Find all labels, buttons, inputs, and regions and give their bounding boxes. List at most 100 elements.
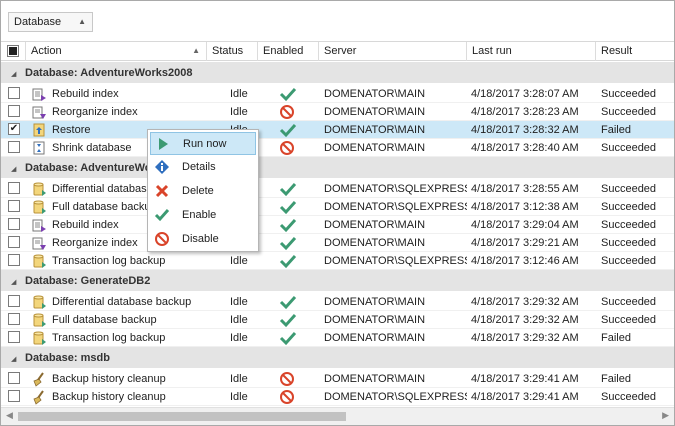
enabled-check-icon <box>279 180 303 198</box>
table-row[interactable]: Backup history cleanup Idle DOMENATOR\SQLE… <box>1 388 674 406</box>
result-cell: Succeeded <box>601 201 657 213</box>
group-header-row[interactable]: ◢ Database: AdventureWorks <box>1 157 674 179</box>
column-header-last-run[interactable]: Last run <box>467 42 596 61</box>
database-backup-icon <box>31 329 49 347</box>
table-row[interactable]: Full database backupIdleDOMENATOR\SQLEXP… <box>1 198 674 216</box>
row-checkbox-cell[interactable] <box>8 311 22 329</box>
row-checkbox-cell[interactable] <box>8 252 22 270</box>
menu-item-disable[interactable]: Disable <box>150 228 256 251</box>
delete-icon <box>154 183 170 199</box>
row-checkbox-cell[interactable] <box>8 216 22 234</box>
row-checkbox[interactable] <box>8 141 20 153</box>
table-row[interactable]: Rebuild indexIdleDOMENATOR\MAIN4/18/2017… <box>1 216 674 234</box>
disabled-icon <box>279 103 303 121</box>
menu-item-enable[interactable]: Enable <box>150 204 256 227</box>
table-row[interactable]: Backup history cleanup Idle DOMENATOR\MAIN… <box>1 370 674 388</box>
result-cell: Succeeded <box>601 88 657 100</box>
column-header-action[interactable]: Action ▲ <box>26 42 207 61</box>
column-header-status[interactable]: Status <box>207 42 258 61</box>
row-checkbox[interactable] <box>8 200 20 212</box>
enable-icon <box>154 207 170 223</box>
table-row[interactable]: Reorganize indexIdleDOMENATOR\MAIN4/18/2… <box>1 234 674 252</box>
row-checkbox[interactable] <box>8 218 20 230</box>
last-run-cell: 4/18/2017 3:29:21 AM <box>471 237 579 249</box>
table-row[interactable]: Shrink databaseIdleDOMENATOR\MAIN4/18/20… <box>1 139 674 157</box>
collapse-group-icon[interactable]: ◢ <box>11 278 16 286</box>
database-backup-icon <box>31 293 49 311</box>
row-checkbox-cell[interactable] <box>8 293 22 311</box>
server-cell: DOMENATOR\SQLEXPRESS <box>324 391 467 403</box>
action-cell: Reorganize index <box>52 106 138 118</box>
row-checkbox[interactable] <box>8 254 20 266</box>
group-header-row[interactable]: ◢ Database: AdventureWorks2008 <box>1 62 674 84</box>
row-checkbox-cell[interactable] <box>8 329 22 347</box>
table-row[interactable]: Full database backup Idle DOMENATOR\MAIN 4/… <box>1 311 674 329</box>
select-all-checkbox[interactable] <box>7 45 19 57</box>
row-checkbox[interactable] <box>8 331 20 343</box>
row-checkbox-cell[interactable] <box>8 139 22 157</box>
column-header-server[interactable]: Server <box>319 42 467 61</box>
collapse-group-icon[interactable]: ◢ <box>11 70 16 78</box>
row-checkbox[interactable] <box>8 182 20 194</box>
reorganize-index-icon <box>31 234 49 252</box>
table-row[interactable]: Differential database backupIdleDOMENATO… <box>1 180 674 198</box>
sort-ascending-icon[interactable]: ▲ <box>78 17 86 26</box>
row-checkbox[interactable] <box>8 105 20 117</box>
row-checkbox-cell[interactable] <box>8 103 22 121</box>
indeterminate-mark <box>9 47 17 55</box>
collapse-group-icon[interactable]: ◢ <box>11 165 16 173</box>
group-header-row[interactable]: ◢ Database: msdb <box>1 347 674 369</box>
status-cell: Idle <box>230 106 248 118</box>
result-cell: Succeeded <box>601 219 657 231</box>
database-backup-icon <box>31 180 49 198</box>
row-checkbox[interactable]: ✔ <box>8 123 20 135</box>
scroll-right-icon[interactable]: ▶ <box>662 410 669 421</box>
column-header-enabled-label: Enabled <box>263 45 304 57</box>
table-row[interactable]: Transaction log backup Idle DOMENATOR\SQLE… <box>1 252 674 270</box>
result-cell: Failed <box>601 332 631 344</box>
row-checkbox[interactable] <box>8 390 20 402</box>
row-checkbox-cell[interactable] <box>8 388 22 406</box>
menu-item-run-now[interactable]: Run now <box>150 132 256 155</box>
action-cell: Backup history cleanup <box>52 391 166 403</box>
row-checkbox[interactable] <box>8 313 20 325</box>
menu-item-delete[interactable]: Delete <box>150 180 256 203</box>
group-header-row[interactable]: ◢ Database: GenerateDB2 <box>1 270 674 292</box>
last-run-cell: 4/18/2017 3:29:32 AM <box>471 332 579 344</box>
column-header-result[interactable]: Result <box>596 42 674 61</box>
enabled-check-icon <box>279 198 303 216</box>
collapse-group-icon[interactable]: ◢ <box>11 355 16 363</box>
scrollbar-thumb[interactable] <box>18 412 346 421</box>
table-row[interactable]: Differential database backupIdleDOMENATO… <box>1 293 674 311</box>
table-row[interactable]: Rebuild indexIdleDOMENATOR\MAIN4/18/2017… <box>1 85 674 103</box>
row-checkbox[interactable] <box>8 236 20 248</box>
table-row[interactable]: ✔RestoreIdleDOMENATOR\MAIN4/18/2017 3:28… <box>1 121 674 139</box>
enabled-check-icon <box>279 293 303 311</box>
group-by-chip[interactable]: Database ▲ <box>8 12 93 32</box>
action-cell: Differential database backup <box>52 296 192 308</box>
row-checkbox-cell[interactable] <box>8 198 22 216</box>
column-header-enabled[interactable]: Enabled <box>258 42 319 61</box>
row-checkbox-cell[interactable] <box>8 180 22 198</box>
grid-body: ◢ Database: AdventureWorks2008 Rebuild ind… <box>1 62 674 407</box>
server-cell: DOMENATOR\MAIN <box>324 237 426 249</box>
menu-item-details[interactable]: Details <box>150 156 256 179</box>
scroll-left-icon[interactable]: ◀ <box>6 410 13 421</box>
row-checkbox-cell[interactable] <box>8 370 22 388</box>
row-checkbox-cell[interactable] <box>8 85 22 103</box>
row-checkbox[interactable] <box>8 295 20 307</box>
row-checkbox[interactable] <box>8 372 20 384</box>
select-all-header[interactable] <box>1 42 26 61</box>
row-checkbox[interactable] <box>8 87 20 99</box>
server-cell: DOMENATOR\SQLEXPRESS <box>324 201 467 213</box>
row-checkbox-cell[interactable]: ✔ <box>8 121 22 139</box>
server-cell: DOMENATOR\SQLEXPRESS <box>324 183 467 195</box>
table-row[interactable]: Reorganize indexIdleDOMENATOR\MAIN4/18/2… <box>1 103 674 121</box>
horizontal-scrollbar[interactable]: ◀ ▶ <box>1 407 674 425</box>
history-cleanup-icon <box>31 388 49 406</box>
sort-ascending-icon: ▲ <box>192 46 200 55</box>
table-row[interactable]: Transaction log backup Idle DOMENATOR\MAIN… <box>1 329 674 347</box>
status-cell: Idle <box>230 255 248 267</box>
result-cell: Succeeded <box>601 296 657 308</box>
row-checkbox-cell[interactable] <box>8 234 22 252</box>
